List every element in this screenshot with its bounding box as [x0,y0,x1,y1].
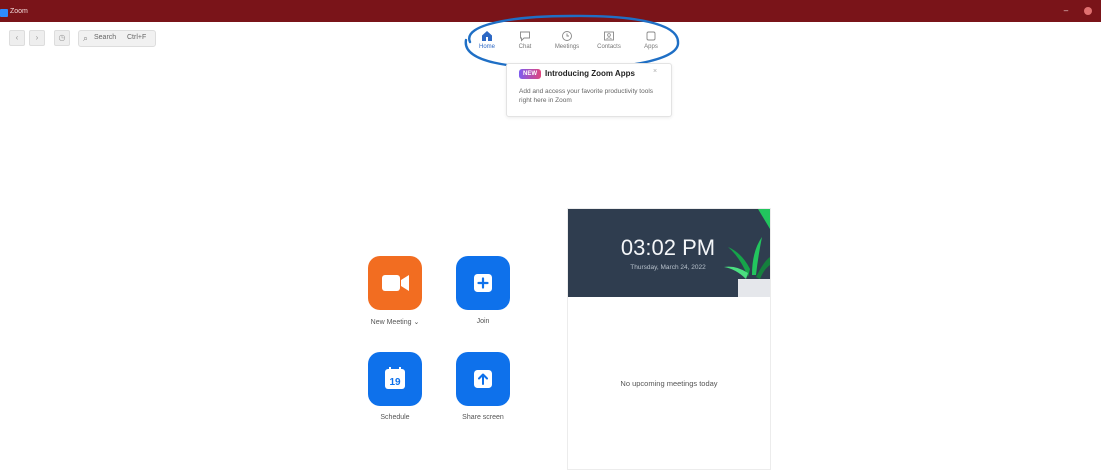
schedule-button[interactable]: 19 [368,352,422,406]
calendar-icon: 19 [385,367,405,389]
zoom-logo-icon [0,9,8,17]
window-title: Zoom [10,8,28,15]
history-button[interactable]: ◷ [54,30,70,46]
history-icon: ◷ [58,33,66,42]
video-camera-icon [382,275,409,291]
new-meeting-label: New Meeting ⌄ [370,319,420,326]
plant-icon [724,209,770,297]
new-meeting-button[interactable] [368,256,422,310]
back-button[interactable]: ‹ [9,30,25,46]
card-header: 03:02 PM Thursday, March 24, 2022 [568,209,770,297]
plus-icon [474,274,492,292]
current-time: 03:02 PM [620,235,716,260]
search-shortcut: Ctrl+F [127,34,147,41]
share-arrow-icon [474,370,492,388]
calendar-card: 03:02 PM Thursday, March 24, 2022 No upc… [567,208,771,470]
search-icon: ⌕ [83,33,89,43]
popup-title: Introducing Zoom Apps [545,69,635,78]
close-button[interactable] [1084,7,1092,15]
popup-description: Add and access your favorite productivit… [519,88,654,104]
search-label: Search [94,34,117,41]
join-label: Join [476,318,490,325]
forward-arrow-icon: › [35,33,39,42]
join-button[interactable] [456,256,510,310]
back-arrow-icon: ‹ [15,33,19,42]
forward-button[interactable]: › [29,30,45,46]
zoom-apps-popup: NEW Introducing Zoom Apps × Add and acce… [506,63,672,117]
current-date: Thursday, March 24, 2022 [630,264,706,271]
schedule-label: Schedule [380,414,410,421]
calendar-day: 19 [389,377,401,388]
new-badge: NEW [519,69,541,79]
minimize-button[interactable]: – [1062,7,1070,15]
share-screen-label: Share screen [462,414,504,421]
share-screen-button[interactable] [456,352,510,406]
search-input[interactable]: ⌕ Search Ctrl+F [78,30,156,47]
popup-close-button[interactable]: × [653,68,657,75]
no-meetings-message: No upcoming meetings today [620,379,718,388]
